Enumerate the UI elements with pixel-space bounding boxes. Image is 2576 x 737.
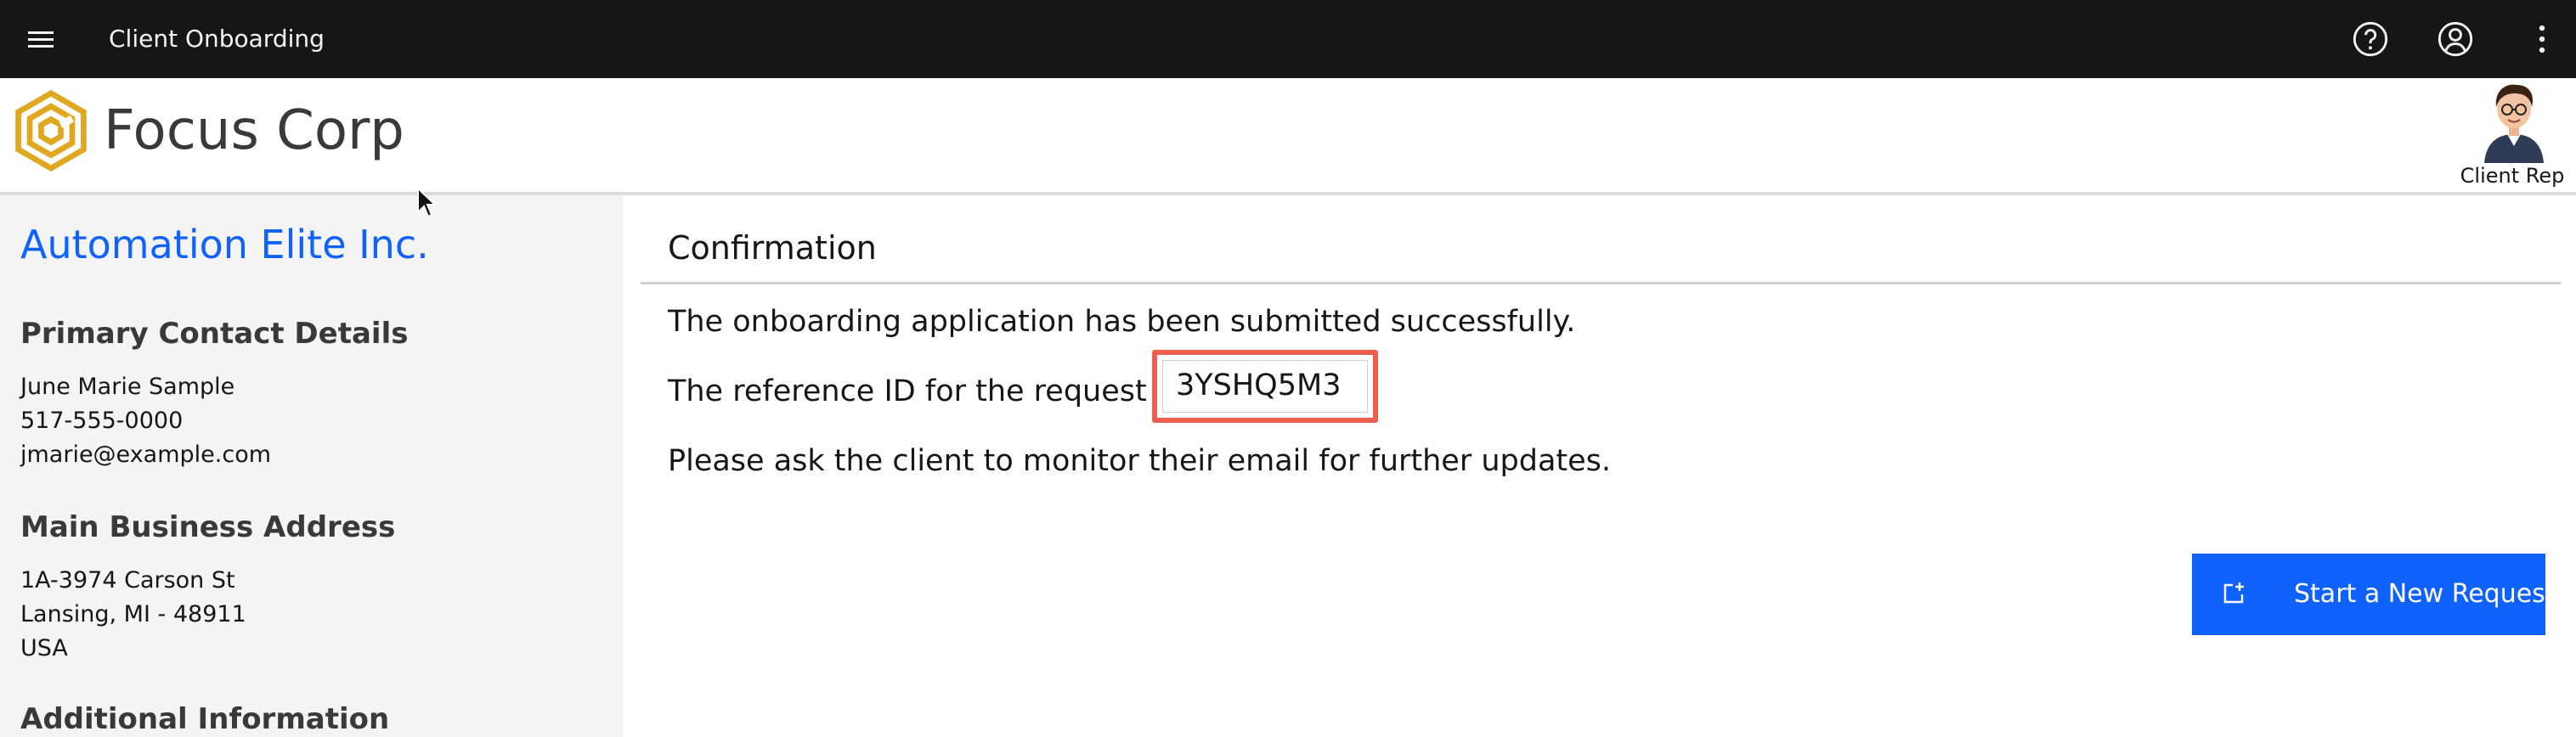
overflow-menu-icon[interactable] (2518, 15, 2566, 63)
brand-header: Focus Corp Client Rep (0, 78, 2576, 195)
address-line-2: Lansing, MI - 48911 (20, 601, 246, 627)
hamburger-menu-icon[interactable] (20, 19, 61, 59)
address-line-1: 1A-3974 Carson St (20, 567, 235, 594)
reference-id-field[interactable]: 3YSHQ5M3 (1152, 350, 1378, 423)
client-rep-avatar[interactable] (2479, 78, 2549, 163)
reference-id-label: The reference ID for the request is: (668, 374, 1190, 408)
mouse-cursor-icon (417, 187, 437, 218)
start-new-request-label: Start a New Request (2294, 579, 2556, 609)
title-divider (641, 282, 2561, 284)
address-line-3: USA (20, 635, 68, 661)
additional-information-heading: Additional Information (20, 702, 390, 736)
user-profile-icon[interactable] (2432, 15, 2479, 63)
followup-message: Please ask the client to monitor their e… (668, 444, 1612, 478)
company-name: Focus Corp (104, 99, 404, 162)
help-icon[interactable] (2347, 15, 2394, 63)
client-summary-sidebar: Automation Elite Inc. Primary Contact De… (0, 195, 624, 737)
contact-name: June Marie Sample (20, 374, 235, 400)
top-navigation-bar: Client Onboarding (0, 0, 2576, 78)
hexagon-logo-icon (15, 90, 87, 172)
primary-contact-heading: Primary Contact Details (20, 317, 409, 351)
contact-email: jmarie@example.com (20, 442, 272, 468)
client-rep-label: Client Rep (2460, 164, 2565, 188)
app-title: Client Onboarding (109, 25, 325, 53)
confirmation-panel: Confirmation The onboarding application … (624, 195, 2576, 737)
confirmation-title: Confirmation (668, 229, 877, 267)
new-request-icon (2223, 582, 2244, 604)
start-new-request-button[interactable]: Start a New Request (2192, 554, 2556, 635)
client-name: Automation Elite Inc. (20, 222, 429, 267)
contact-phone: 517-555-0000 (20, 408, 184, 434)
success-message: The onboarding application has been subm… (668, 305, 1576, 339)
reference-id-value: 3YSHQ5M3 (1176, 368, 1342, 402)
business-address-heading: Main Business Address (20, 510, 396, 544)
